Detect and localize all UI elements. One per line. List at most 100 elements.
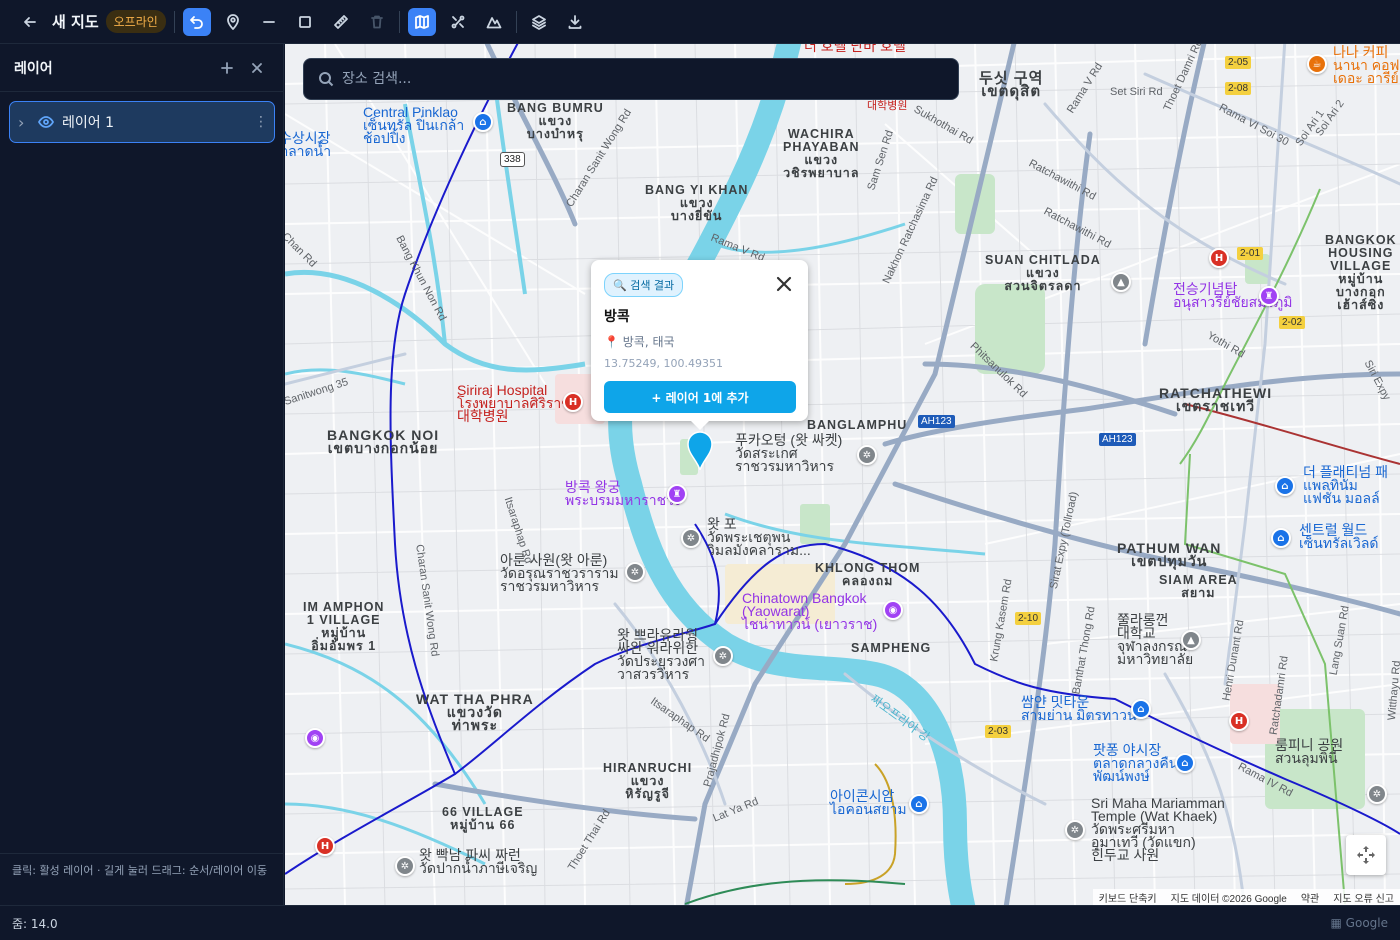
poi-iconsiam[interactable]: 아이콘시암 ไอคอนสยาม	[830, 789, 907, 816]
trash-icon[interactable]	[363, 8, 391, 36]
temple-icon[interactable]: ✲	[857, 445, 877, 465]
terrain-icon[interactable]	[480, 8, 508, 36]
map-label-ratchathewi: RATCHATHEWI เขตราชเทวี	[1159, 385, 1273, 414]
camera-icon[interactable]: ◉	[883, 600, 903, 620]
hospital-icon[interactable]: H	[315, 836, 335, 856]
school-icon[interactable]: ▲	[1111, 272, 1131, 292]
poi-water-market[interactable]: 수상시장ตลาดน้ำ	[285, 131, 331, 158]
temple-icon[interactable]: ✲	[681, 528, 701, 548]
map-label-66-village: 66 VILLAGE หมู่บ้าน 66	[442, 805, 524, 832]
search-input[interactable]	[342, 71, 922, 87]
undo-icon[interactable]	[182, 7, 211, 36]
poi-university-hospital[interactable]: 대학병원	[867, 100, 907, 113]
place-address: 📍 방콕, 태국	[604, 335, 675, 349]
gate-icon[interactable]: ✲	[1367, 784, 1387, 804]
camera-icon[interactable]: ◉	[305, 728, 325, 748]
chevron-right-icon[interactable]: ›	[18, 113, 32, 132]
fullscreen-button[interactable]	[1346, 835, 1386, 875]
poi-siriraj-hospital[interactable]: Siriraj Hospital โรงพยาบาลศิริราช 대학병원	[457, 383, 571, 423]
poi-sri-maha-mariamman[interactable]: Sri Maha Mariamman Temple (Wat Khaek) วัดพ…	[1091, 796, 1225, 862]
layer-item[interactable]: › 레이어 1 ⋮	[9, 101, 275, 143]
hospital-icon[interactable]: H	[1229, 711, 1249, 731]
line-icon[interactable]	[255, 8, 283, 36]
sidebar-hint: 클릭: 활성 레이어 · 길게 눌러 드래그: 순서/레이어 이동	[0, 853, 284, 905]
poi-golden-mount[interactable]: 푸카오텅 (왓 싸켓) วัดสระเกศ ราชวรมหาวิหาร	[735, 433, 842, 473]
palace-icon[interactable]: ♜	[667, 484, 687, 504]
marker-icon[interactable]	[219, 8, 247, 36]
close-icon[interactable]	[774, 274, 794, 294]
toolbar-divider	[398, 10, 400, 33]
poi-platinum-mall[interactable]: 더 플래티넘 패 แพลทินัม แฟชั่น มอลล์	[1303, 465, 1388, 505]
highway-shield: 2-02	[1279, 316, 1306, 329]
toolbar-divider	[515, 10, 517, 33]
layer-name[interactable]: 레이어 1	[62, 112, 248, 132]
shopping-icon[interactable]: ⌂	[473, 112, 493, 132]
eye-icon[interactable]	[38, 114, 56, 130]
search-result-popup: 🔍 검색 결과 방콕 📍 방콕, 태국 13.75249, 100.49351 …	[591, 260, 808, 430]
download-icon[interactable]	[561, 8, 589, 36]
poi-lumphini-park[interactable]: 룸피니 공원 สวนลุมพินี	[1275, 738, 1343, 765]
school-icon[interactable]: ▲	[1181, 630, 1201, 650]
map-label-bang-bumru: BANG BUMRU แขวง บางบำหรุ	[507, 101, 604, 141]
highway-shield: 2-01	[1237, 247, 1264, 260]
cart-icon[interactable]: ⌂	[1175, 753, 1195, 773]
poi-nana-coffee[interactable]: 나나 커피นานา คอฟฟี่เดอะ อารีย์	[1333, 45, 1400, 85]
highway-shield: 2-03	[985, 725, 1012, 738]
poi-wat-prayoon[interactable]: 왓 쁘라유라웡 싸완 워라위한 วัดประยุรวงศา วาสวรวิหาร	[617, 628, 705, 681]
report-error-link[interactable]: 지도 오류 신고	[1333, 890, 1394, 905]
rectangle-icon[interactable]	[291, 8, 319, 36]
layers-icon[interactable]	[525, 8, 553, 36]
status-bar: 줌: 14.0 ▦ Google	[0, 905, 1400, 940]
poi-wat-arun[interactable]: 아룬 사원(왓 아룬) วัดอรุณราชวราราม ราชวรมหาวิหาร	[500, 553, 619, 593]
temple-icon[interactable]: ✲	[625, 562, 645, 582]
hospital-icon[interactable]: H	[563, 392, 583, 412]
poi-wat-paknam[interactable]: 왓 빡남 파씨 짜런 วัดปากน้ำภาษีเจริญ	[419, 848, 537, 875]
coffee-icon[interactable]: ☕	[1307, 54, 1327, 74]
place-search-bar[interactable]	[303, 58, 959, 100]
highway-shield: 2-05	[1225, 56, 1252, 69]
monument-icon[interactable]: ♜	[1259, 286, 1279, 306]
provider-name: Google	[1345, 916, 1388, 930]
map-label-khlong-thom: KHLONG THOM คลองถม	[815, 561, 921, 588]
poi-hotel[interactable]: 더 호텔 단바 호텔	[804, 44, 906, 53]
shopping-icon[interactable]: ⌂	[1271, 528, 1291, 548]
map-icon[interactable]	[407, 7, 436, 36]
more-vertical-icon[interactable]: ⋮	[248, 114, 274, 130]
add-layer-icon[interactable]	[215, 56, 239, 80]
search-icon	[319, 72, 334, 87]
map-label-pathum-wan: PATHUM WAN เขตปทุมวัน	[1117, 540, 1222, 569]
map-label-im-amphon: IM AMPHON 1 VILLAGE หมู่บ้าน อิ่มอัมพร 1	[303, 600, 385, 653]
hospital-icon[interactable]: H	[1209, 248, 1229, 268]
poi-chinatown[interactable]: Chinatown Bangkok (Yaowarat) ไชน่าทาวน์ (เ…	[742, 591, 877, 631]
temple-icon[interactable]: ✲	[713, 646, 733, 666]
close-icon[interactable]	[245, 56, 269, 80]
back-arrow-icon[interactable]	[16, 8, 44, 36]
map-label-hiranruchi: HIRANRUCHI แขวง หิรัญรูจี	[603, 761, 693, 801]
map-label-bangkok-noi: BANGKOK NOI เขตบางกอกน้อย	[327, 427, 440, 456]
poi-patpong-market[interactable]: 팟퐁 야시장 ตลาดกลางคืน พัฒน์พงษ์	[1093, 743, 1178, 783]
search-result-pin-icon[interactable]	[686, 430, 714, 470]
toolbar-divider	[173, 10, 175, 33]
map-label-bang-yi-khan: BANG YI KHAN แขวง บางยี่ขัน	[645, 183, 749, 223]
poi-grand-palace[interactable]: 방콕 왕궁 พระบรมมหาราชวัง	[565, 480, 681, 507]
temple-icon[interactable]: ✲	[395, 856, 415, 876]
map-title[interactable]: 새 지도	[52, 11, 99, 32]
terms-link[interactable]: 약관	[1301, 890, 1319, 905]
keyboard-shortcuts-link[interactable]: 키보드 단축키	[1099, 890, 1157, 905]
map-label-suan-chitlada: SUAN CHITLADA แขวง สวนจิตรลดา	[985, 253, 1101, 293]
add-to-layer-button[interactable]: + 레이어 1에 추가	[604, 381, 796, 413]
shopping-icon[interactable]: ⌂	[1131, 699, 1151, 719]
temple-icon[interactable]: ✲	[1065, 820, 1085, 840]
route-icon[interactable]	[444, 8, 472, 36]
sidebar-header: 레이어	[0, 44, 283, 92]
poi-centralworld[interactable]: 센트럴 월드 เซ็นทรัลเวิลด์	[1299, 523, 1379, 550]
highway-shield: 338	[500, 152, 525, 167]
poi-central-pinklao[interactable]: Central Pinklao เซ็นทรัล ปิ่นเกล้า ช้อปปิ้…	[363, 105, 464, 145]
poi-wat-pho[interactable]: 왓 포 วัดพระเชตุพน วิมลมังคลาราม...	[707, 517, 811, 557]
layers-sidebar: 레이어 › 레이어 1 ⋮ 클릭: 활성 레이어 · 길게 눌러 드래그: 순서…	[0, 44, 284, 905]
map-canvas[interactable]: BANG BUMRU แขวง บางบำหรุ BANG YI KHAN แขวงบ…	[285, 44, 1400, 905]
ruler-icon[interactable]	[327, 8, 355, 36]
shopping-icon[interactable]: ⌂	[1275, 476, 1295, 496]
shopping-icon[interactable]: ⌂	[909, 794, 929, 814]
poi-samyan-mitrtown[interactable]: 쌈얀 밋타운 สามย่าน มิตรทาวน์	[1021, 695, 1137, 722]
